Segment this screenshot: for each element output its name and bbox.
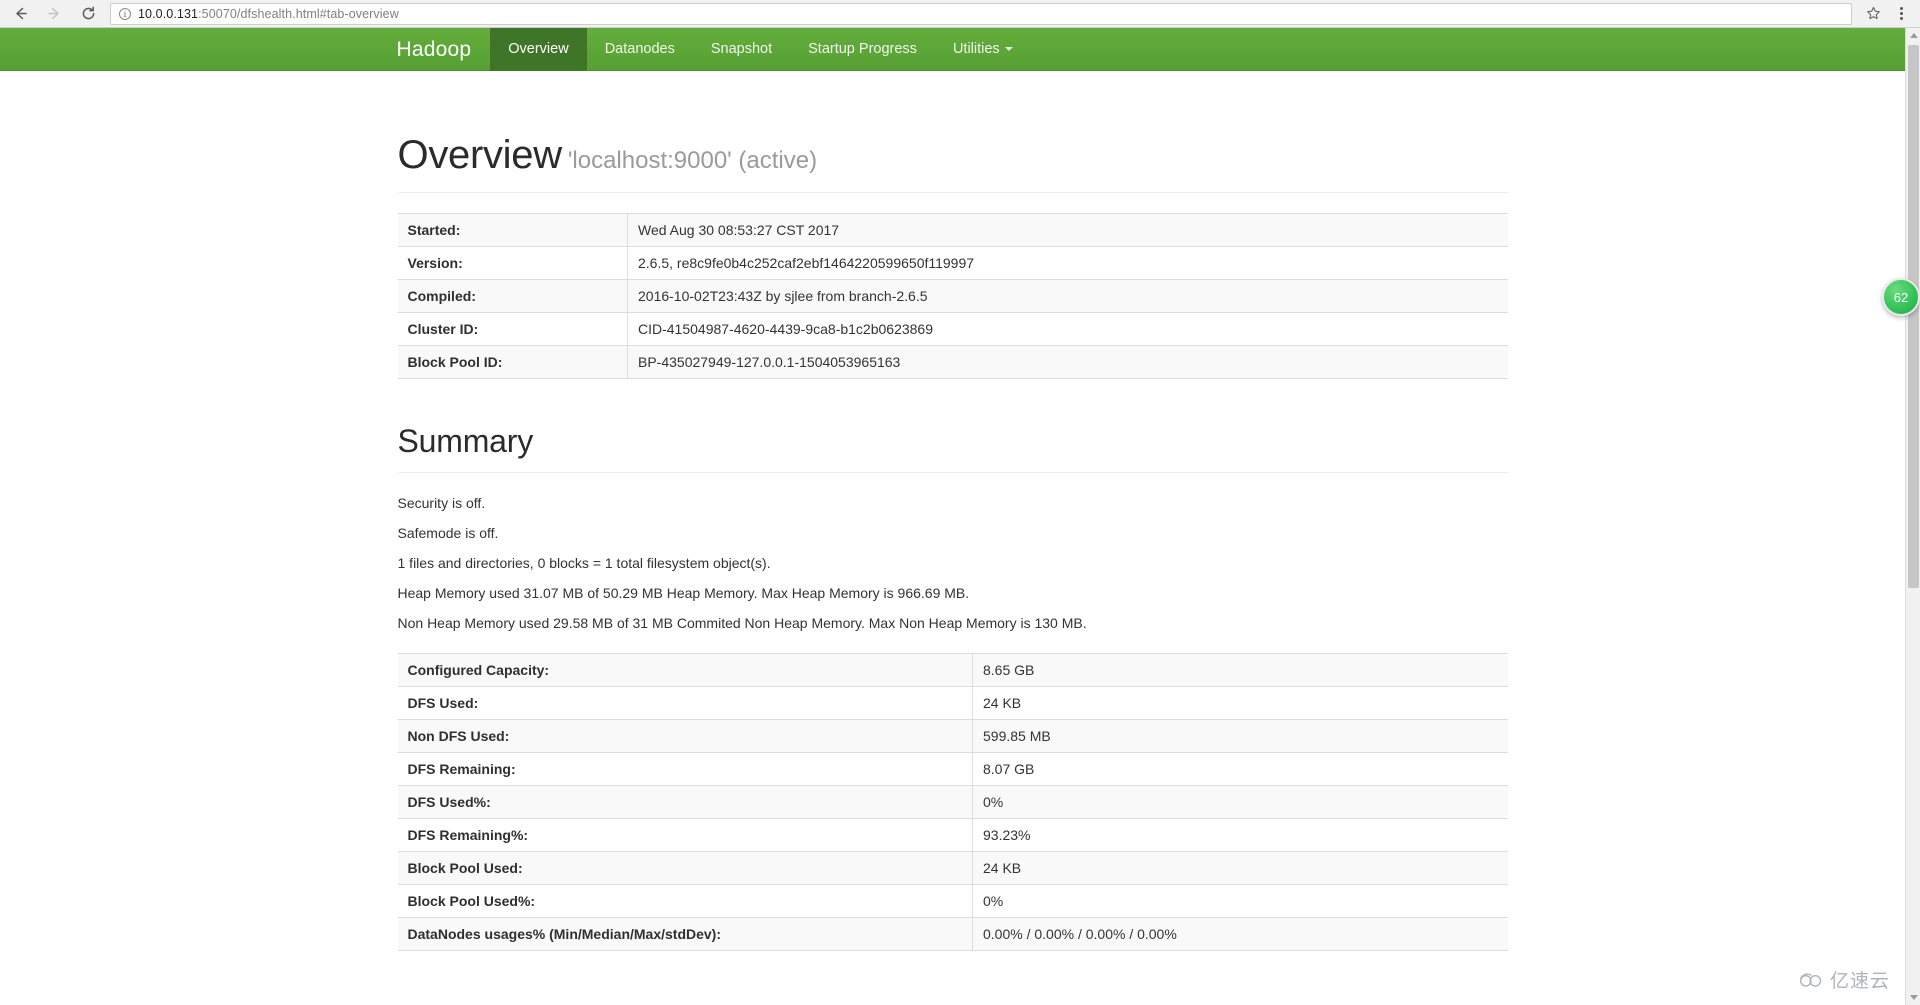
url-text: 10.0.0.131:50070/dfshealth.html#tab-over… — [138, 7, 399, 21]
row-key: DFS Remaining: — [397, 752, 973, 786]
row-value: BP-435027949-127.0.0.1-1504053965163 — [627, 345, 1508, 379]
row-value: Wed Aug 30 08:53:27 CST 2017 — [627, 213, 1508, 247]
row-key: Cluster ID: — [397, 312, 628, 346]
address-bar[interactable]: i 10.0.0.131:50070/dfshealth.html#tab-ov… — [110, 2, 1852, 25]
table-row: Cluster ID: CID-41504987-4620-4439-9ca8-… — [397, 312, 1508, 346]
overview-table: Started: Wed Aug 30 08:53:27 CST 2017 Ve… — [397, 213, 1508, 379]
scrollbar-thumb[interactable] — [1908, 45, 1919, 588]
page-content: Overview'localhost:9000' (active) Starte… — [0, 71, 1905, 951]
row-key: Block Pool Used: — [397, 851, 973, 885]
site-info-icon[interactable]: i — [119, 7, 131, 20]
summary-line-security: Security is off. — [397, 495, 486, 511]
row-value: 0.00% / 0.00% / 0.00% / 0.00% — [972, 917, 1508, 951]
page-viewport: Hadoop Overview Datanodes Snapshot Start… — [0, 28, 1920, 1005]
nav-link-datanodes[interactable]: Datanodes — [587, 28, 693, 71]
table-row: Configured Capacity: 8.65 GB — [397, 653, 1508, 687]
table-row: Version: 2.6.5, re8c9fe0b4c252caf2ebf146… — [397, 246, 1508, 280]
nav-link-startup-progress[interactable]: Startup Progress — [790, 28, 935, 71]
row-value: 8.65 GB — [972, 653, 1508, 687]
table-row: DFS Used: 24 KB — [397, 686, 1508, 720]
row-value: 0% — [972, 884, 1508, 918]
row-value: 2.6.5, re8c9fe0b4c252caf2ebf146422059965… — [627, 246, 1508, 280]
three-dot-menu-icon[interactable] — [1888, 2, 1914, 26]
row-value: 2016-10-02T23:43Z by sjlee from branch-2… — [627, 279, 1508, 313]
browser-right-controls — [1860, 2, 1920, 26]
table-row: Block Pool Used: 24 KB — [397, 851, 1508, 885]
scroll-up-arrow-icon[interactable] — [1906, 28, 1920, 43]
forward-arrow-icon[interactable] — [42, 2, 66, 26]
row-key: Non DFS Used: — [397, 719, 973, 753]
summary-line-non-heap-memory: Non Heap Memory used 29.58 MB of 31 MB C… — [397, 615, 1087, 631]
nav-link-snapshot[interactable]: Snapshot — [693, 28, 790, 71]
table-row: DFS Used%: 0% — [397, 785, 1508, 819]
nav-link-utilities-label: Utilities — [952, 41, 1000, 57]
hadoop-brand[interactable]: Hadoop — [393, 28, 491, 71]
page-title-sub: 'localhost:9000' (active) — [567, 147, 818, 174]
row-value: CID-41504987-4620-4439-9ca8-b1c2b0623869 — [627, 312, 1508, 346]
row-key: Started: — [397, 213, 628, 247]
table-row: Block Pool ID: BP-435027949-127.0.0.1-15… — [397, 345, 1508, 379]
table-row: Non DFS Used: 599.85 MB — [397, 719, 1508, 753]
watermark: 亿速云 — [1798, 966, 1890, 993]
nav-link-overview[interactable]: Overview — [490, 28, 587, 71]
reload-icon[interactable] — [76, 2, 100, 26]
row-value: 93.23% — [972, 818, 1508, 852]
row-value: 24 KB — [972, 851, 1508, 885]
row-key: DFS Remaining%: — [397, 818, 973, 852]
summary-table: Configured Capacity: 8.65 GB DFS Used: 2… — [397, 653, 1508, 951]
row-key: Version: — [397, 246, 628, 280]
row-value: 24 KB — [972, 686, 1508, 720]
browser-nav-buttons — [0, 2, 100, 26]
summary-text-block: Security is off. Safemode is off. 1 file… — [398, 493, 1508, 633]
row-value: 599.85 MB — [972, 719, 1508, 753]
url-host: 10.0.0.131 — [138, 6, 199, 21]
row-key: Block Pool ID: — [397, 345, 628, 379]
url-path: :50070/dfshealth.html#tab-overview — [198, 6, 399, 21]
vertical-scrollbar[interactable] — [1905, 28, 1920, 1005]
row-key: DFS Used%: — [397, 785, 973, 819]
summary-line-objects: 1 files and directories, 0 blocks = 1 to… — [397, 555, 771, 571]
cloud-icon — [1799, 972, 1822, 987]
row-value: 0% — [972, 785, 1508, 819]
back-arrow-icon[interactable] — [8, 2, 32, 26]
table-row: DFS Remaining%: 93.23% — [397, 818, 1508, 852]
chevron-down-icon — [1004, 47, 1013, 52]
row-value: 8.07 GB — [972, 752, 1508, 786]
star-icon[interactable] — [1860, 2, 1886, 26]
table-row: DFS Remaining: 8.07 GB — [397, 752, 1508, 786]
summary-title: Summary — [397, 423, 1508, 473]
table-row: DataNodes usages% (Min/Median/Max/stdDev… — [397, 917, 1508, 951]
hadoop-navbar: Hadoop Overview Datanodes Snapshot Start… — [0, 28, 1905, 71]
row-key: Compiled: — [397, 279, 628, 313]
summary-line-safemode: Safemode is off. — [397, 525, 499, 541]
page-title-main: Overview — [397, 133, 563, 177]
summary-line-heap-memory: Heap Memory used 31.07 MB of 50.29 MB He… — [397, 585, 970, 601]
row-key: DFS Used: — [397, 686, 973, 720]
browser-toolbar: i 10.0.0.131:50070/dfshealth.html#tab-ov… — [0, 0, 1920, 28]
scroll-down-arrow-icon[interactable] — [1906, 990, 1920, 1005]
navbar-links: Overview Datanodes Snapshot Startup Prog… — [490, 28, 1030, 71]
row-key: DataNodes usages% (Min/Median/Max/stdDev… — [397, 917, 973, 951]
floating-counter-badge[interactable]: 62 — [1882, 278, 1920, 316]
page-title: Overview'localhost:9000' (active) — [397, 133, 1508, 193]
nav-link-utilities[interactable]: Utilities — [935, 28, 1031, 71]
watermark-text: 亿速云 — [1829, 971, 1890, 992]
row-key: Block Pool Used%: — [397, 884, 973, 918]
table-row: Started: Wed Aug 30 08:53:27 CST 2017 — [397, 213, 1508, 247]
table-row: Compiled: 2016-10-02T23:43Z by sjlee fro… — [397, 279, 1508, 313]
table-row: Block Pool Used%: 0% — [397, 884, 1508, 918]
row-key: Configured Capacity: — [397, 653, 973, 687]
